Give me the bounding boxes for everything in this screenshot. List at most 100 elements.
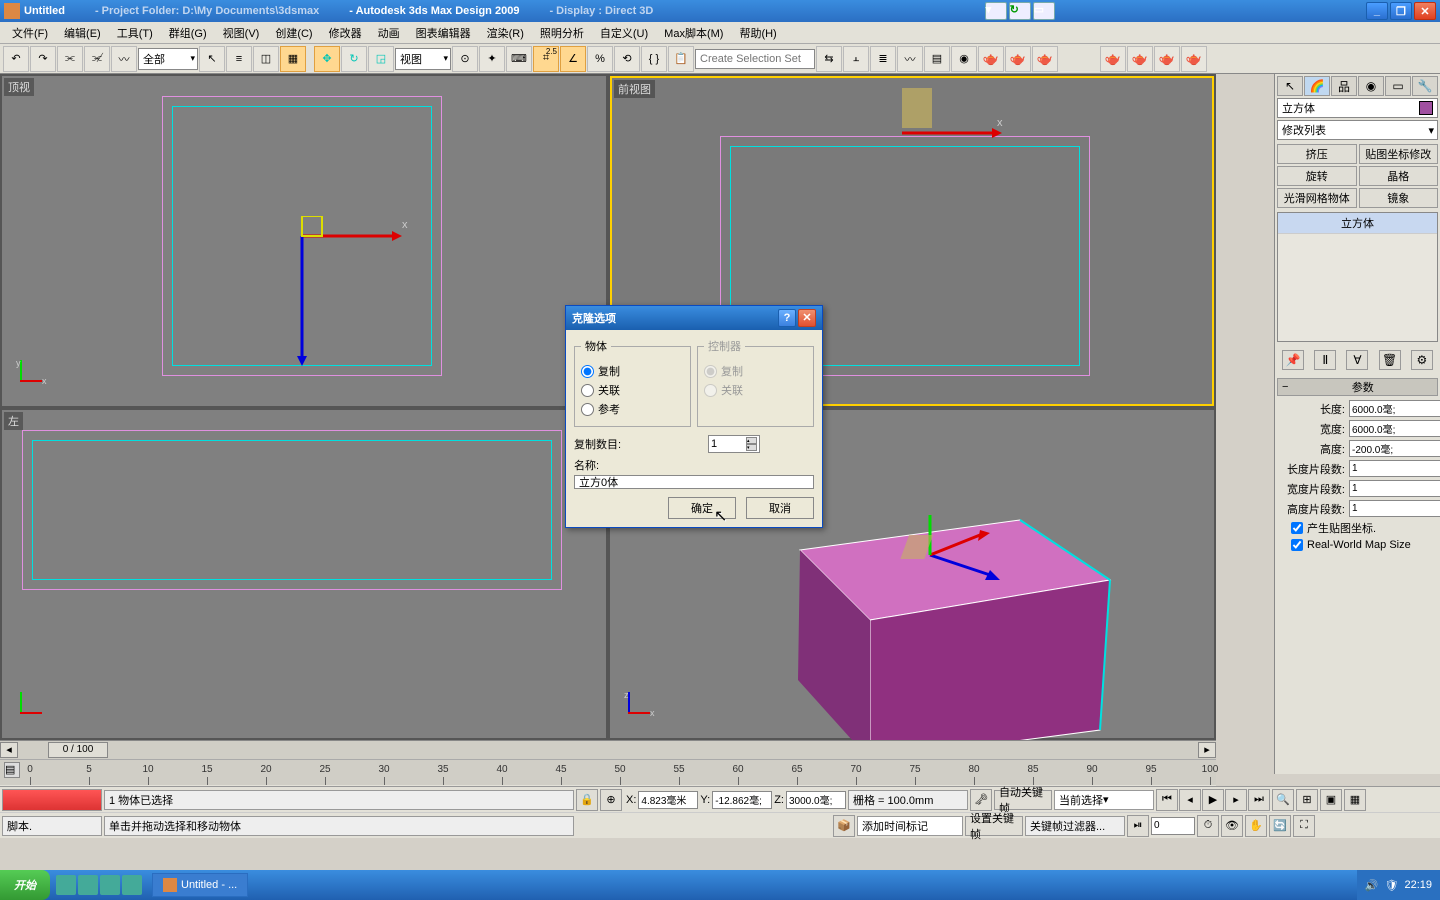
- ref-coord-dropdown[interactable]: 视图: [395, 48, 451, 70]
- viewport-top[interactable]: 顶视 x yx: [2, 76, 606, 406]
- length-input[interactable]: [1349, 400, 1440, 417]
- copies-spinner[interactable]: 1▴▾: [708, 435, 760, 453]
- clone-reference-radio[interactable]: [581, 403, 594, 416]
- gen-map-checkbox[interactable]: [1291, 522, 1303, 534]
- commcenter-refresh-icon[interactable]: ↻: [1009, 2, 1031, 20]
- mod-btn-meshsmooth[interactable]: 光滑网格物体: [1277, 188, 1357, 208]
- redo-button[interactable]: [30, 46, 56, 72]
- tray-clock[interactable]: 22:19: [1404, 879, 1432, 891]
- nav-pan-button[interactable]: ✋: [1245, 815, 1267, 837]
- dialog-titlebar[interactable]: 克隆选项 ? ✕: [566, 306, 822, 330]
- ok-button[interactable]: 确定: [668, 497, 736, 519]
- quick-render-button[interactable]: [1032, 46, 1058, 72]
- keyboard-shortcut-button[interactable]: ⌨: [506, 46, 532, 72]
- auto-key-button[interactable]: 自动关键帧: [994, 790, 1052, 810]
- minimize-button[interactable]: _: [1366, 2, 1388, 20]
- nav-maximize-button[interactable]: ⛶: [1293, 815, 1315, 837]
- cancel-button[interactable]: 取消: [746, 497, 814, 519]
- goto-end-button[interactable]: ⏭: [1248, 789, 1270, 811]
- height-input[interactable]: [1349, 440, 1440, 457]
- ql-app-icon[interactable]: [100, 875, 120, 895]
- modifier-stack-item[interactable]: 立方体: [1278, 213, 1437, 234]
- ql-app2-icon[interactable]: [122, 875, 142, 895]
- nav-orbit-button[interactable]: 🔄: [1269, 815, 1291, 837]
- unlink-button[interactable]: ⫘̸: [84, 46, 110, 72]
- link-button[interactable]: [57, 46, 83, 72]
- angle-snap-button[interactable]: ∠: [560, 46, 586, 72]
- mirror-button[interactable]: [816, 46, 842, 72]
- menu-graph[interactable]: 图表编辑器: [410, 23, 477, 43]
- rotate-button[interactable]: [341, 46, 367, 72]
- menu-tools[interactable]: 工具(T): [111, 23, 159, 43]
- make-unique-button[interactable]: ∀: [1346, 350, 1368, 370]
- start-button[interactable]: 开始: [0, 870, 50, 900]
- ql-ie-icon[interactable]: [56, 875, 76, 895]
- align-button[interactable]: ⫠: [843, 46, 869, 72]
- modifier-stack[interactable]: 立方体: [1277, 212, 1438, 342]
- hseg-input[interactable]: [1349, 500, 1440, 517]
- menu-help[interactable]: 帮助(H): [733, 23, 782, 43]
- window-crossing-button[interactable]: ▦: [280, 46, 306, 72]
- transform-z-input[interactable]: [786, 791, 846, 809]
- commcenter-down-icon[interactable]: ▾: [985, 2, 1007, 20]
- current-frame-input[interactable]: [1151, 817, 1195, 835]
- scale-button[interactable]: [368, 46, 394, 72]
- menu-animation[interactable]: 动画: [372, 23, 406, 43]
- layer-manager-button[interactable]: [870, 46, 896, 72]
- nav-fov-button[interactable]: 👁: [1221, 815, 1243, 837]
- time-slider-thumb[interactable]: 0 / 100: [48, 742, 108, 758]
- clone-name-input[interactable]: [574, 475, 814, 489]
- select-region-button[interactable]: [253, 46, 279, 72]
- transform-x-input[interactable]: [638, 791, 698, 809]
- time-config-button[interactable]: ⏱: [1197, 815, 1219, 837]
- manipulate-button[interactable]: ✦: [479, 46, 505, 72]
- undo-button[interactable]: [3, 46, 29, 72]
- width-input[interactable]: [1349, 420, 1440, 437]
- show-end-result-button[interactable]: Ⅱ: [1314, 350, 1336, 370]
- lseg-input[interactable]: [1349, 460, 1440, 477]
- percent-snap-button[interactable]: [587, 46, 613, 72]
- menu-render[interactable]: 渲染(R): [481, 23, 530, 43]
- real-world-checkbox[interactable]: [1291, 539, 1303, 551]
- select-button[interactable]: [199, 46, 225, 72]
- dialog-close-button[interactable]: ✕: [798, 309, 816, 327]
- use-center-button[interactable]: ⊙: [452, 46, 478, 72]
- curve-editor-button[interactable]: 〰: [897, 46, 923, 72]
- close-button[interactable]: ✕: [1414, 2, 1436, 20]
- configure-sets-button[interactable]: ⚙: [1411, 350, 1433, 370]
- lock-selection-button[interactable]: 🔒: [576, 789, 598, 811]
- trackbar-keys[interactable]: [2, 789, 102, 811]
- clone-copy-radio[interactable]: [581, 365, 594, 378]
- time-slider-track[interactable]: 0 / 100: [18, 742, 1198, 758]
- time-ruler[interactable]: ▤ 05101520253035404550556065707580859095…: [0, 759, 1216, 785]
- teapot-b-button[interactable]: [1127, 46, 1153, 72]
- schematic-view-button[interactable]: ▤: [924, 46, 950, 72]
- teapot-c-button[interactable]: [1154, 46, 1180, 72]
- wseg-input[interactable]: [1349, 480, 1440, 497]
- add-time-tag[interactable]: 添加时间标记: [857, 816, 963, 836]
- tab-display[interactable]: ▭: [1385, 76, 1411, 96]
- dialog-help-button[interactable]: ?: [778, 309, 796, 327]
- bind-spacewarp-button[interactable]: 〰: [111, 46, 137, 72]
- tray-icon[interactable]: 🔊: [1365, 879, 1379, 892]
- menu-views[interactable]: 视图(V): [217, 23, 266, 43]
- maximize-button[interactable]: ❐: [1390, 2, 1412, 20]
- tab-modify[interactable]: 🌈: [1304, 76, 1330, 96]
- object-color-swatch[interactable]: [1419, 101, 1433, 115]
- next-frame-button[interactable]: ▸: [1225, 789, 1247, 811]
- tab-create[interactable]: ↖: [1277, 76, 1303, 96]
- move-gizmo-persp[interactable]: [900, 505, 1020, 605]
- menu-lighting[interactable]: 照明分析: [534, 23, 590, 43]
- render-setup-button[interactable]: [978, 46, 1004, 72]
- menu-edit[interactable]: 编辑(E): [58, 23, 107, 43]
- named-selection-input[interactable]: [695, 49, 815, 69]
- edit-named-sel-button[interactable]: { }: [641, 46, 667, 72]
- transform-y-input[interactable]: [712, 791, 772, 809]
- params-rollup-header[interactable]: −参数: [1277, 378, 1438, 396]
- clone-instance-radio[interactable]: [581, 384, 594, 397]
- time-slider-next[interactable]: ▸: [1198, 742, 1216, 758]
- script-listener[interactable]: 脚本.: [2, 816, 102, 836]
- viewport-left[interactable]: 左: [2, 410, 606, 738]
- material-editor-button[interactable]: ◉: [951, 46, 977, 72]
- mod-btn-uvw[interactable]: 贴图坐标修改: [1359, 144, 1439, 164]
